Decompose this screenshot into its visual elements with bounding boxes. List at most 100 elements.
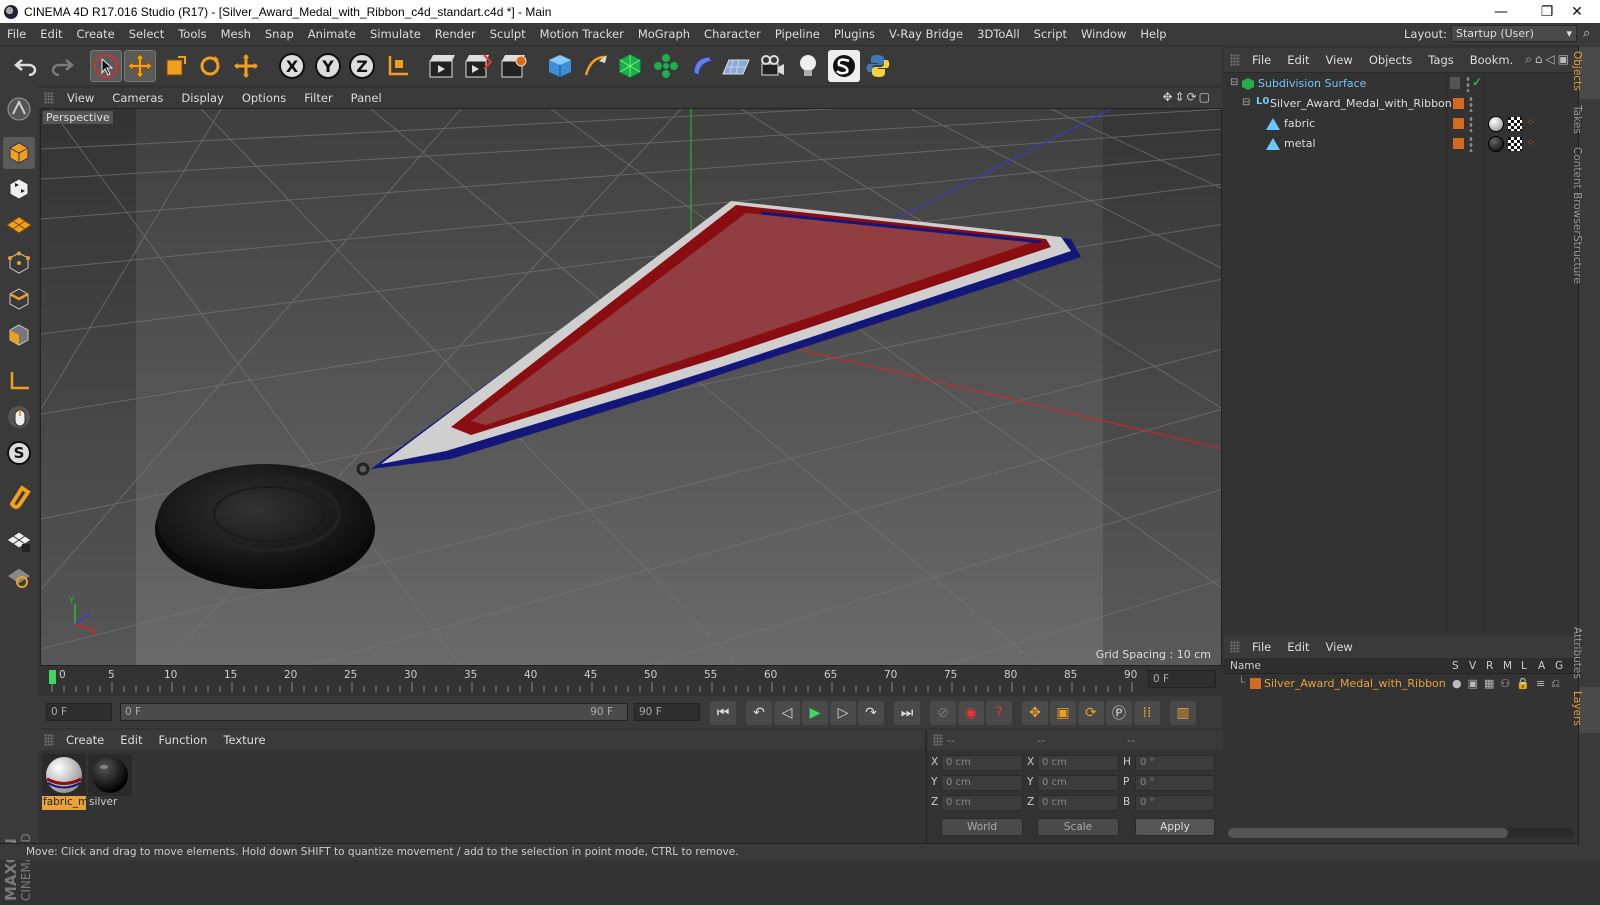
material-menu-texture[interactable]: Texture — [215, 733, 273, 747]
tab-attributes[interactable]: Attributes — [1571, 623, 1600, 685]
workplane-align-icon[interactable] — [3, 561, 35, 593]
point-level-animation-icon[interactable]: ⁞⁞ — [1134, 701, 1160, 725]
menu-select[interactable]: Select — [122, 27, 171, 41]
menu-script[interactable]: Script — [1027, 27, 1074, 41]
menu-pipeline[interactable]: Pipeline — [768, 27, 827, 41]
pen-spline-icon[interactable] — [580, 50, 612, 82]
max-frame-field[interactable]: 90 F — [634, 703, 700, 721]
redo-icon[interactable] — [46, 50, 78, 82]
om-toolbar-icons[interactable]: ⌕⌂◁▣ — [1525, 52, 1572, 67]
playhead[interactable] — [49, 670, 56, 684]
panel-grip-icon[interactable] — [1230, 54, 1240, 66]
visibility-dots[interactable] — [1466, 76, 1470, 92]
y-axis-lock-icon[interactable]: Y — [312, 50, 344, 82]
phong-tag-icon[interactable]: ⁘ — [1526, 116, 1535, 129]
visibility-dots[interactable] — [1469, 136, 1473, 152]
collapse-toggle-icon[interactable]: ⊟ — [1230, 77, 1238, 88]
render-to-picture-viewer-icon[interactable] — [462, 50, 494, 82]
timeline-ruler[interactable]: 0 5 10 15 20 25 30 35 40 45 50 55 60 65 … — [38, 666, 1222, 696]
cube-object-icon[interactable] — [544, 50, 576, 82]
horizontal-scrollbar[interactable] — [1228, 828, 1574, 838]
lm-menu-view[interactable]: View — [1318, 640, 1361, 654]
tab-takes[interactable]: Takes — [1571, 101, 1600, 141]
record-keys-icon[interactable]: ⊘ — [930, 701, 956, 725]
parameter-key-icon[interactable]: Ⓟ — [1106, 701, 1132, 725]
model-mode-icon[interactable] — [3, 137, 35, 169]
edges-mode-icon[interactable] — [3, 283, 35, 315]
panel-grip-icon[interactable] — [44, 92, 54, 104]
menu-mesh[interactable]: Mesh — [214, 27, 258, 41]
camera-object-icon[interactable] — [756, 50, 788, 82]
viewport-menu-cameras[interactable]: Cameras — [103, 91, 172, 105]
viewport-nav-icons[interactable]: ✥⇕⟳▢ — [1162, 90, 1212, 104]
scale-tool-icon[interactable] — [160, 50, 192, 82]
material-fabric[interactable]: fabric_m — [42, 754, 86, 810]
3d-viewport[interactable]: Y X Perspective Grid Spacing : 10 cm — [40, 108, 1222, 666]
visibility-dots[interactable] — [1469, 116, 1473, 132]
floor-object-icon[interactable] — [720, 50, 752, 82]
menu-help[interactable]: Help — [1133, 27, 1173, 41]
size-mode-select[interactable]: Scale — [1037, 818, 1119, 836]
om-menu-tags[interactable]: Tags — [1420, 53, 1461, 67]
close-button[interactable]: ✕ — [1554, 0, 1600, 23]
visibility-dots[interactable] — [1469, 96, 1473, 112]
om-menu-file[interactable]: File — [1244, 53, 1279, 67]
lm-menu-edit[interactable]: Edit — [1279, 640, 1317, 654]
rotation-b-field[interactable]: 0 ° — [1135, 795, 1215, 811]
panel-grip-icon[interactable] — [1230, 641, 1240, 653]
menu-3dtoall[interactable]: 3DToAll — [970, 27, 1027, 41]
uvw-tag-icon[interactable] — [1508, 137, 1522, 151]
viewport-menu-panel[interactable]: Panel — [342, 91, 391, 105]
frame-range-slider[interactable]: 0 F 90 F — [120, 703, 628, 721]
layer-color-swatch[interactable] — [1250, 678, 1261, 689]
render-settings-icon[interactable] — [498, 50, 530, 82]
magnet-icon[interactable] — [3, 481, 35, 513]
viewport-menu-display[interactable]: Display — [172, 91, 232, 105]
x-axis-lock-icon[interactable]: X — [276, 50, 308, 82]
viewport-camera-label[interactable]: Perspective — [43, 111, 113, 124]
tab-structure[interactable]: Structure — [1571, 231, 1600, 291]
material-menu-function[interactable]: Function — [151, 733, 216, 747]
next-keyframe-icon[interactable]: ↷ — [858, 701, 884, 725]
menu-plugins[interactable]: Plugins — [827, 27, 882, 41]
menu-window[interactable]: Window — [1074, 27, 1133, 41]
rotation-h-field[interactable]: 0 ° — [1135, 755, 1215, 771]
menu-snap[interactable]: Snap — [258, 27, 301, 41]
axis-mode-icon[interactable] — [3, 365, 35, 397]
sketch-and-toon-icon[interactable] — [828, 50, 860, 82]
layer-toggle-icons[interactable]: ●▣▦⚇🔒≡⎌ — [1452, 677, 1566, 691]
workplane-lock-icon[interactable] — [3, 525, 35, 557]
viewport-menu-view[interactable]: View — [58, 91, 103, 105]
transform-tool-icon[interactable] — [230, 50, 262, 82]
texture-mode-icon[interactable] — [3, 173, 35, 205]
rotate-tool-icon[interactable] — [194, 50, 226, 82]
layer-color-swatch[interactable] — [1453, 118, 1464, 129]
undo-icon[interactable] — [10, 50, 42, 82]
uvw-tag-icon[interactable] — [1508, 117, 1522, 131]
min-frame-field[interactable]: 0 F — [46, 703, 112, 721]
snapping-icon[interactable]: S — [3, 437, 35, 469]
coordinate-mode-select[interactable]: World — [941, 818, 1023, 836]
light-object-icon[interactable] — [792, 50, 824, 82]
menu-create[interactable]: Create — [70, 27, 122, 41]
previous-frame-icon[interactable]: ◁ — [774, 701, 800, 725]
make-editable-icon[interactable] — [3, 93, 35, 125]
menu-edit[interactable]: Edit — [33, 27, 69, 41]
layer-color-swatch[interactable] — [1453, 98, 1464, 109]
play-forward-icon[interactable]: ▶ — [802, 701, 828, 725]
keyframe-selection-icon[interactable]: ? — [986, 701, 1012, 725]
go-to-end-icon[interactable]: ⏭ — [894, 701, 920, 725]
om-menu-objects[interactable]: Objects — [1361, 53, 1420, 67]
layer-row[interactable]: └ Silver_Award_Medal_with_Ribbon ●▣▦⚇🔒≡⎌ — [1224, 674, 1578, 694]
deformer-bend-icon[interactable] — [686, 50, 718, 82]
material-menu-edit[interactable]: Edit — [112, 733, 150, 747]
viewport-menu-options[interactable]: Options — [233, 91, 295, 105]
go-to-start-icon[interactable]: ⏮ — [710, 701, 736, 725]
om-menu-bookmarks[interactable]: Bookm. — [1462, 53, 1521, 67]
tab-layers[interactable]: Layers — [1571, 687, 1600, 733]
autokeying-icon[interactable]: ◉ — [958, 701, 984, 725]
object-row-fabric[interactable]: fabric ⁘ — [1224, 114, 1578, 134]
menu-render[interactable]: Render — [428, 27, 483, 41]
phong-tag-icon[interactable]: ⁘ — [1526, 136, 1535, 149]
panel-grip-icon[interactable] — [44, 734, 54, 746]
